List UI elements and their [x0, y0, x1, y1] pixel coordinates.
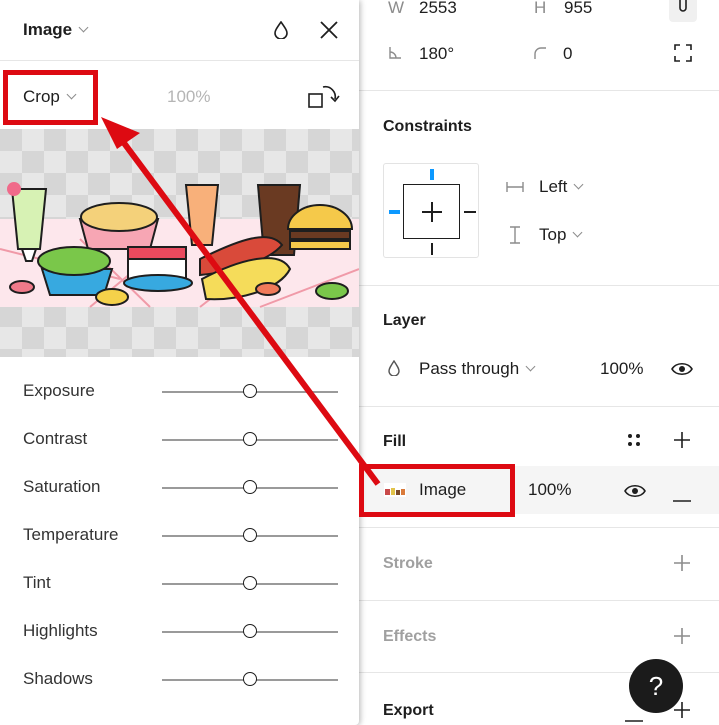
- help-button[interactable]: ?: [629, 659, 683, 713]
- annotation-arrow: [101, 117, 381, 486]
- help-label: ?: [648, 671, 664, 701]
